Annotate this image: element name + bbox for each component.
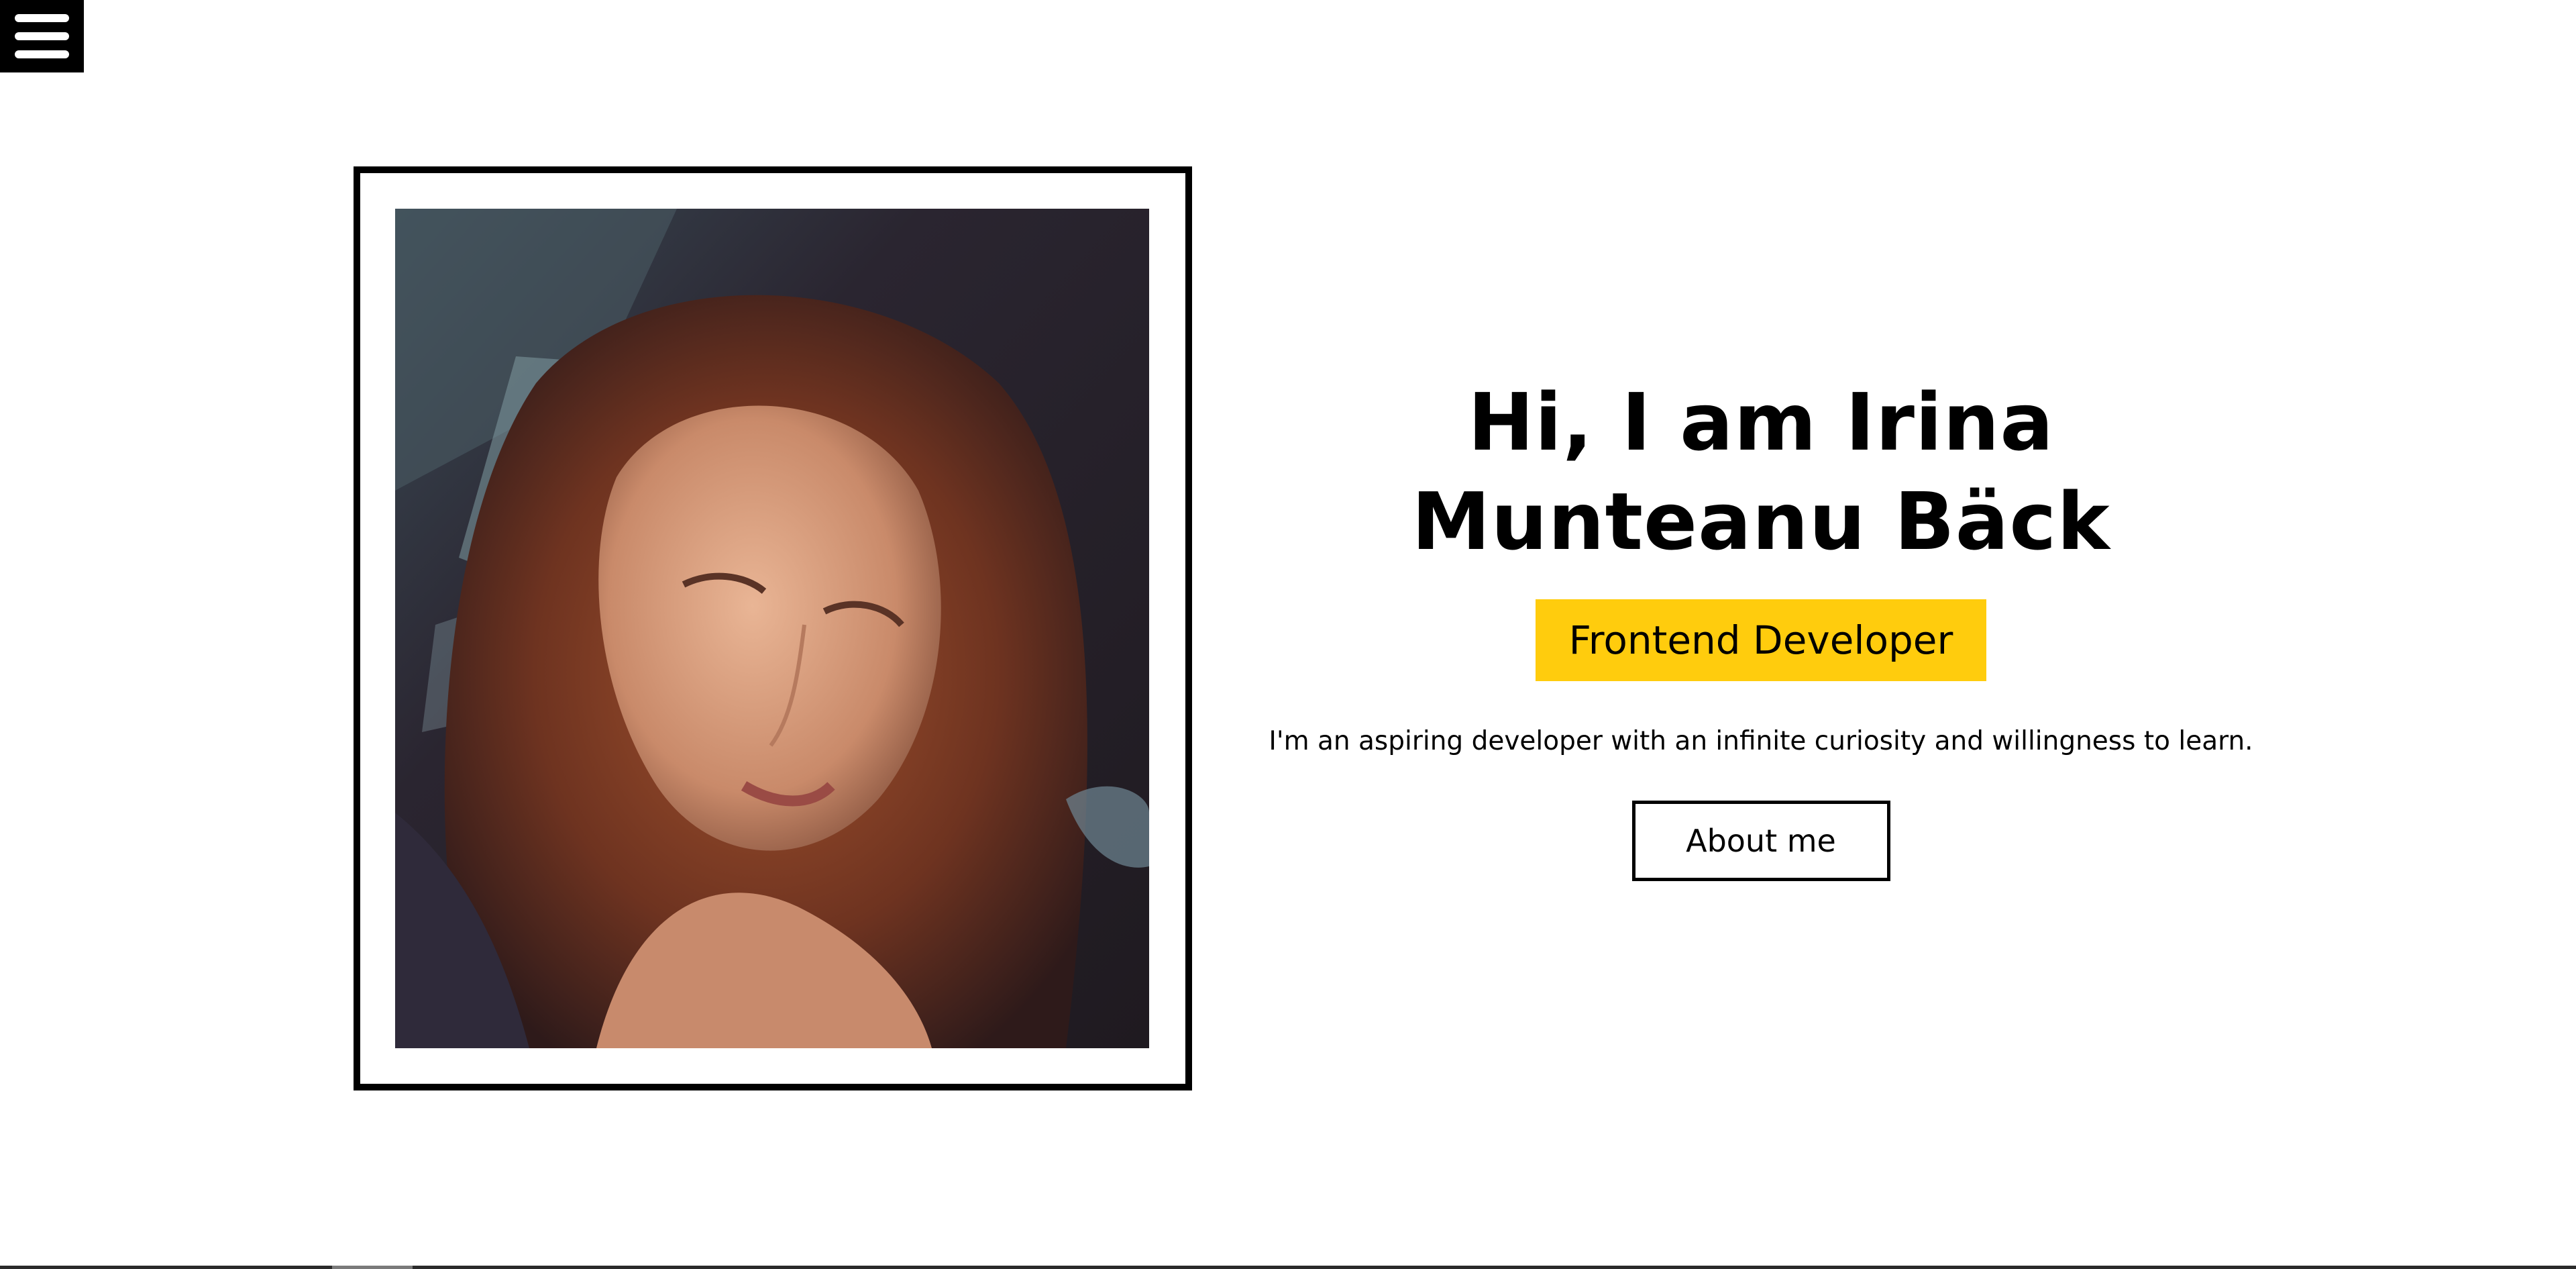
profile-photo: [395, 209, 1149, 1048]
page-title: Hi, I am Irina Munteanu Bäck: [1411, 376, 2110, 568]
hero-text: Hi, I am Irina Munteanu Bäck Frontend De…: [1261, 372, 2261, 881]
hamburger-menu-icon-bar: [15, 50, 69, 58]
hamburger-menu-icon-bar: [15, 32, 69, 40]
hamburger-menu-icon: [15, 14, 69, 22]
profile-photo-frame: [354, 166, 1192, 1090]
role-badge: Frontend Developer: [1535, 599, 1987, 681]
tagline: I'm an aspiring developer with an infini…: [1269, 726, 2253, 756]
portrait-image: [395, 209, 1149, 1048]
horizontal-scrollbar[interactable]: [0, 1266, 2576, 1269]
scrollbar-thumb[interactable]: [332, 1266, 413, 1269]
menu-button[interactable]: [0, 0, 84, 72]
about-me-button[interactable]: About me: [1631, 801, 1890, 881]
